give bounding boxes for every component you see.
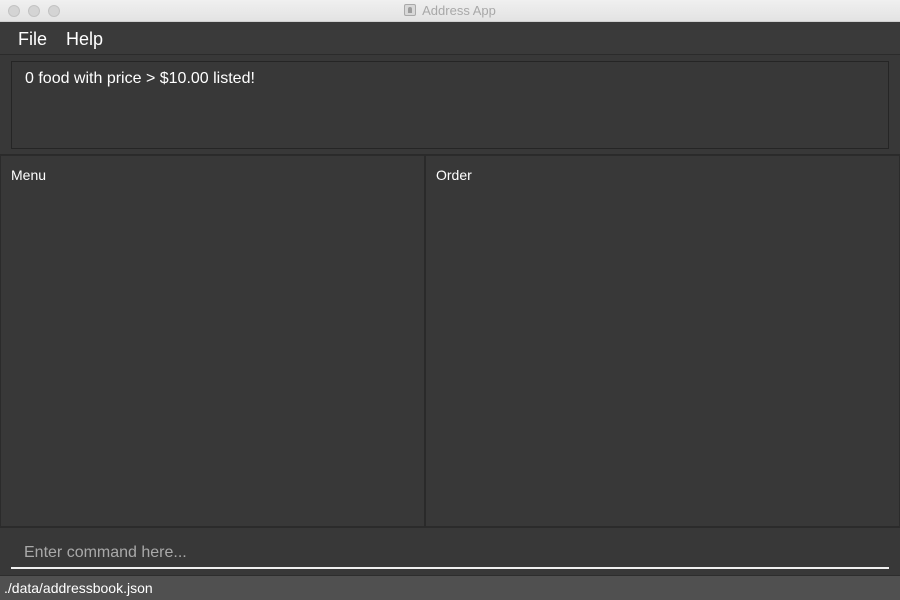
order-panel[interactable]: Order (426, 155, 900, 527)
app-window: Address App File Help 0 food with price … (0, 0, 900, 600)
menu-panel-title: Menu (11, 167, 47, 183)
title-bar[interactable]: Address App (0, 0, 900, 22)
panels-container: Menu Order (0, 155, 900, 527)
command-box-area (0, 527, 900, 575)
menu-file[interactable]: File (18, 29, 47, 50)
result-display-area: 0 food with price > $10.00 listed! (0, 55, 900, 155)
result-display[interactable]: 0 food with price > $10.00 listed! (11, 61, 889, 149)
save-location: ./data/addressbook.json (4, 580, 153, 596)
order-panel-title: Order (436, 167, 472, 183)
menu-panel[interactable]: Menu (0, 155, 426, 527)
status-bar: ./data/addressbook.json (0, 575, 900, 600)
window-title-group: Address App (0, 3, 900, 19)
window-title: Address App (422, 3, 496, 18)
command-input[interactable] (11, 538, 889, 569)
menu-help[interactable]: Help (66, 29, 103, 50)
result-text: 0 food with price > $10.00 listed! (25, 70, 255, 87)
app-icon (404, 4, 417, 16)
menu-bar: File Help (0, 22, 900, 55)
